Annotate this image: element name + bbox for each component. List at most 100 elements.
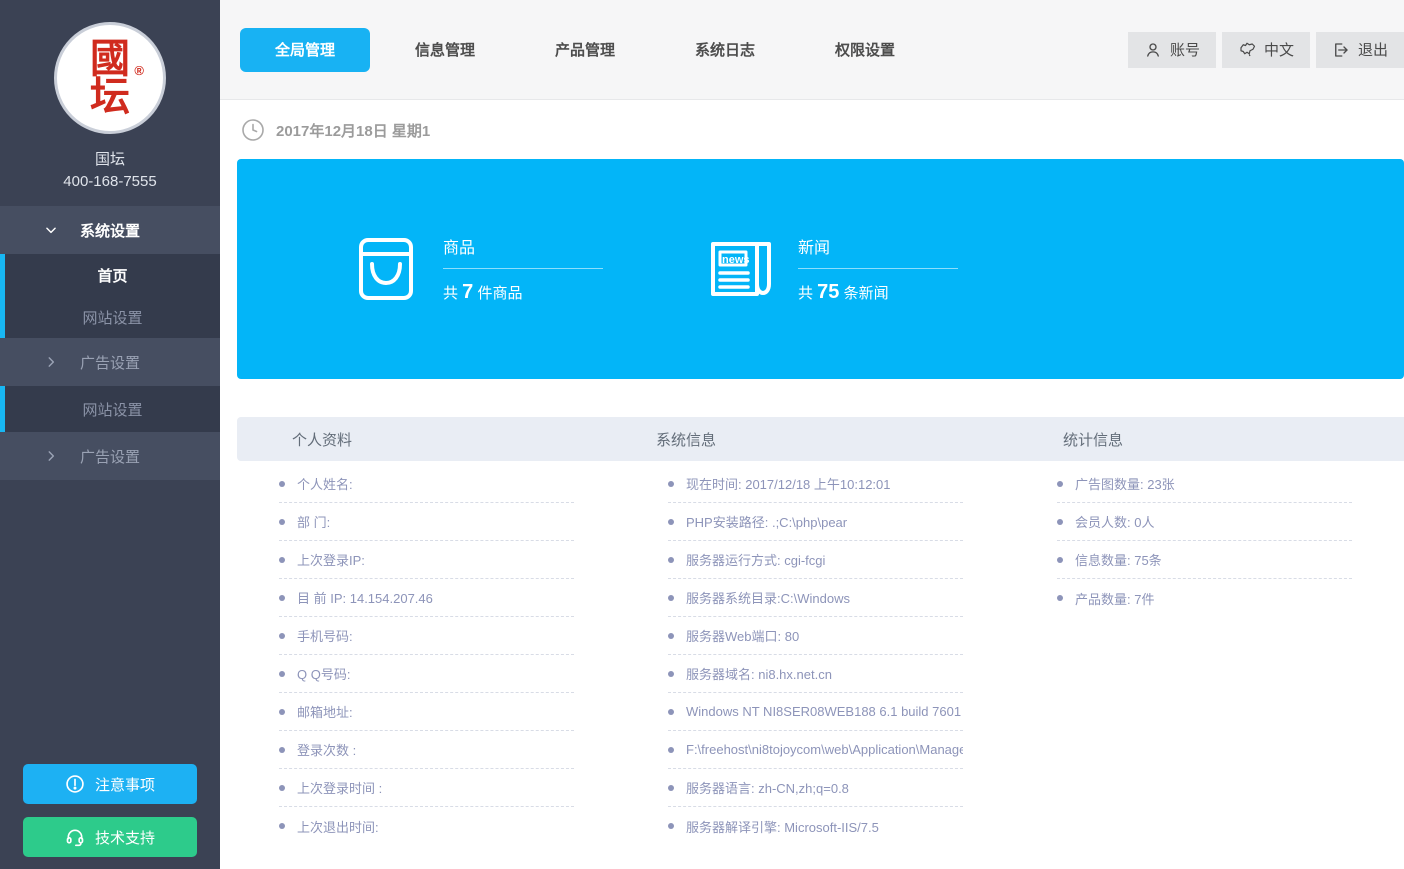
list-item: 会员人数: 0人	[1057, 503, 1352, 541]
sidebar-item-label: 网站设置	[82, 307, 142, 328]
list-item: 服务器域名: ni8.hx.net.cn	[668, 655, 963, 693]
main-area: 全局管理 信息管理 产品管理 系统日志 权限设置 账号 中文 退出	[220, 0, 1404, 869]
headset-icon	[65, 827, 85, 847]
list-item: 服务器系统目录:C:\Windows	[668, 579, 963, 617]
tab-product-management[interactable]: 产品管理	[520, 28, 650, 72]
count-suffix: 件商品	[473, 285, 522, 302]
list-item: 个人姓名:	[279, 465, 574, 503]
logo-char-bottom: 坛	[90, 77, 130, 117]
tab-global-management[interactable]: 全局管理	[240, 28, 370, 72]
brand-block: 國® 坛 国坛 400-168-7555	[0, 0, 220, 190]
clock-icon	[241, 118, 265, 142]
count-prefix: 共	[443, 285, 462, 302]
tab-permission-settings[interactable]: 权限设置	[800, 28, 930, 72]
list-item: 登录次数 :	[279, 731, 574, 769]
submenu-system: 首页 网站设置	[0, 254, 220, 338]
account-button[interactable]: 账号	[1128, 32, 1216, 68]
section-title-system-info: 系统信息	[626, 429, 1015, 450]
logout-button[interactable]: 退出	[1316, 32, 1404, 68]
list-item: 服务器解译引擎: Microsoft-IIS/7.5	[668, 807, 963, 845]
sidebar-menu: 系统设置 首页 网站设置 广告设置 网站设置 广告设	[0, 206, 220, 480]
sidebar-item-label: 广告设置	[80, 352, 140, 373]
news-stat-text: 新闻 共 75 条新闻	[798, 234, 958, 304]
list-item: 上次登录IP:	[279, 541, 574, 579]
top-actions: 账号 中文 退出	[1128, 32, 1404, 68]
app-window: 國® 坛 国坛 400-168-7555 系统设置 首页 网站设置	[0, 0, 1404, 869]
section-title-profile: 个人资料	[237, 429, 626, 450]
news-stat: news 新闻 共 75 条新闻	[703, 231, 958, 307]
count-suffix: 条新闻	[839, 285, 888, 302]
sidebar-bottom: 注意事项 技术支持	[0, 764, 220, 857]
info-columns: 个人姓名: 部 门: 上次登录IP: 目 前 IP: 14.154.207.46…	[237, 461, 1404, 845]
sidebar-item-label: 网站设置	[82, 399, 142, 420]
sidebar-item-label: 广告设置	[80, 446, 140, 467]
support-button[interactable]: 技术支持	[23, 817, 197, 857]
logo-char-top: 國®	[90, 39, 130, 79]
list-item: 现在时间: 2017/12/18 上午10:12:01	[668, 465, 963, 503]
brand-phone: 400-168-7555	[0, 173, 220, 190]
sidebar-item-system-settings[interactable]: 系统设置	[0, 206, 220, 254]
list-item: 产品数量: 7件	[1057, 579, 1352, 617]
brand-logo: 國® 坛	[54, 22, 166, 134]
list-item: 服务器Web端口: 80	[668, 617, 963, 655]
list-item: 上次登录时间 :	[279, 769, 574, 807]
list-item: 服务器语言: zh-CN,zh;q=0.8	[668, 769, 963, 807]
nav-tabs: 全局管理 信息管理 产品管理 系统日志 权限设置	[240, 28, 930, 72]
shopping-bag-icon	[348, 231, 424, 307]
products-count: 共 7 件商品	[443, 281, 603, 304]
language-button[interactable]: 中文	[1222, 32, 1310, 68]
list-item: 目 前 IP: 14.154.207.46	[279, 579, 574, 617]
list-item: 部 门:	[279, 503, 574, 541]
sidebar-item-site-settings[interactable]: 网站设置	[0, 296, 220, 338]
china-map-icon	[1238, 41, 1256, 59]
sidebar-item-ad-settings-2[interactable]: 广告设置	[0, 432, 220, 480]
count-number: 7	[462, 281, 473, 303]
exclamation-circle-icon	[65, 774, 85, 794]
sidebar-item-label: 首页	[97, 265, 127, 286]
statistics-list: 广告图数量: 23张 会员人数: 0人 信息数量: 75条 产品数量: 7件	[1015, 465, 1404, 845]
list-item: 上次退出时间:	[279, 807, 574, 845]
profile-list: 个人姓名: 部 门: 上次登录IP: 目 前 IP: 14.154.207.46…	[237, 465, 626, 845]
date-row: 2017年12月18日 星期1	[241, 118, 1404, 142]
chevron-down-icon	[44, 223, 58, 237]
news-icon: news	[703, 231, 779, 307]
svg-text:news: news	[722, 254, 750, 266]
list-item: 广告图数量: 23张	[1057, 465, 1352, 503]
sidebar-item-ad-settings[interactable]: 广告设置	[0, 338, 220, 386]
chevron-right-icon	[44, 449, 58, 463]
list-item: PHP安装路径: .;C:\php\pear	[668, 503, 963, 541]
divider	[443, 268, 603, 269]
sidebar: 國® 坛 国坛 400-168-7555 系统设置 首页 网站设置	[0, 0, 220, 869]
list-item: Windows NT NI8SER08WEB188 6.1 build 7601…	[668, 693, 963, 731]
logout-icon	[1332, 41, 1350, 59]
chevron-right-icon	[44, 355, 58, 369]
count-number: 75	[817, 281, 839, 303]
news-count: 共 75 条新闻	[798, 281, 958, 304]
account-button-label: 账号	[1170, 39, 1200, 60]
products-title: 商品	[443, 234, 603, 258]
products-stat: 商品 共 7 件商品	[348, 231, 603, 307]
sidebar-item-home[interactable]: 首页	[0, 254, 220, 296]
summary-banner: 商品 共 7 件商品 news	[237, 159, 1404, 379]
tab-info-management[interactable]: 信息管理	[380, 28, 510, 72]
user-icon	[1144, 41, 1162, 59]
news-title: 新闻	[798, 234, 958, 258]
notice-button-label: 注意事项	[95, 774, 155, 795]
list-item: 手机号码:	[279, 617, 574, 655]
registered-mark: ®	[134, 64, 144, 77]
sidebar-item-site-settings-2[interactable]: 网站设置	[0, 386, 220, 432]
tab-system-log[interactable]: 系统日志	[660, 28, 790, 72]
support-button-label: 技术支持	[95, 827, 155, 848]
products-stat-text: 商品 共 7 件商品	[443, 234, 603, 304]
list-item: 信息数量: 75条	[1057, 541, 1352, 579]
language-button-label: 中文	[1264, 39, 1294, 60]
section-title-statistics: 统计信息	[1015, 429, 1404, 450]
list-item: Q Q号码:	[279, 655, 574, 693]
list-item: 服务器运行方式: cgi-fcgi	[668, 541, 963, 579]
notice-button[interactable]: 注意事项	[23, 764, 197, 804]
list-item: 邮箱地址:	[279, 693, 574, 731]
list-item: F:\freehost\ni8tojoycom\web\Application\…	[668, 731, 963, 769]
divider	[798, 268, 958, 269]
section-header-bar: 个人资料 系统信息 统计信息	[237, 417, 1404, 461]
submenu-site: 网站设置	[0, 386, 220, 432]
